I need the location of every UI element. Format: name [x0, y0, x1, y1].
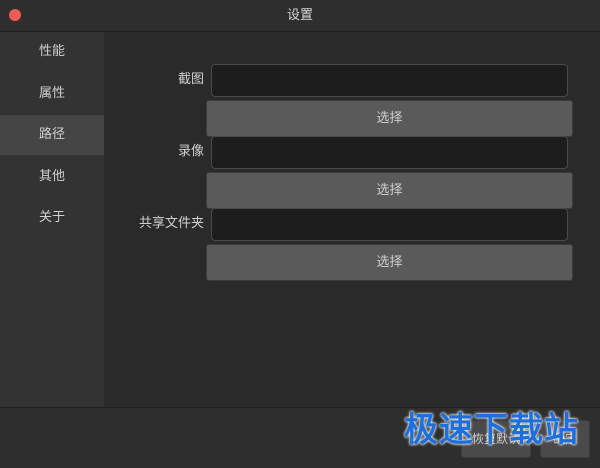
- window-title: 设置: [286, 8, 313, 23]
- paths-panel: 截图 选择 录像 选择 共享文件夹 选择: [104, 32, 600, 407]
- sidebar-item-performance[interactable]: 性能: [0, 32, 104, 72]
- screenshot-choose-button[interactable]: 选择: [206, 100, 573, 137]
- sidebar-item-paths[interactable]: 路径: [0, 115, 104, 155]
- sidebar-item-properties[interactable]: 属性: [0, 74, 104, 114]
- screenshot-label: 截图: [177, 72, 204, 87]
- sidebar: 性能 属性 路径 其他 关于: [0, 32, 104, 407]
- shared-folder-choose-button[interactable]: 选择: [206, 244, 573, 281]
- sidebar-item-about[interactable]: 关于: [0, 198, 104, 238]
- recording-choose-button[interactable]: 选择: [206, 172, 573, 209]
- restore-defaults-button[interactable]: 恢复默认: [461, 420, 531, 458]
- sidebar-item-other[interactable]: 其他: [0, 157, 104, 197]
- recording-label: 录像: [177, 144, 204, 159]
- title-bar: 设置: [0, 0, 600, 32]
- ok-button[interactable]: 确定: [540, 420, 590, 458]
- screenshot-path-input[interactable]: [211, 64, 568, 97]
- footer-bar: 恢复默认 确定: [0, 407, 600, 468]
- shared-folder-label: 共享文件夹: [138, 216, 204, 231]
- shared-folder-path-input[interactable]: [211, 208, 568, 241]
- recording-path-input[interactable]: [211, 136, 568, 169]
